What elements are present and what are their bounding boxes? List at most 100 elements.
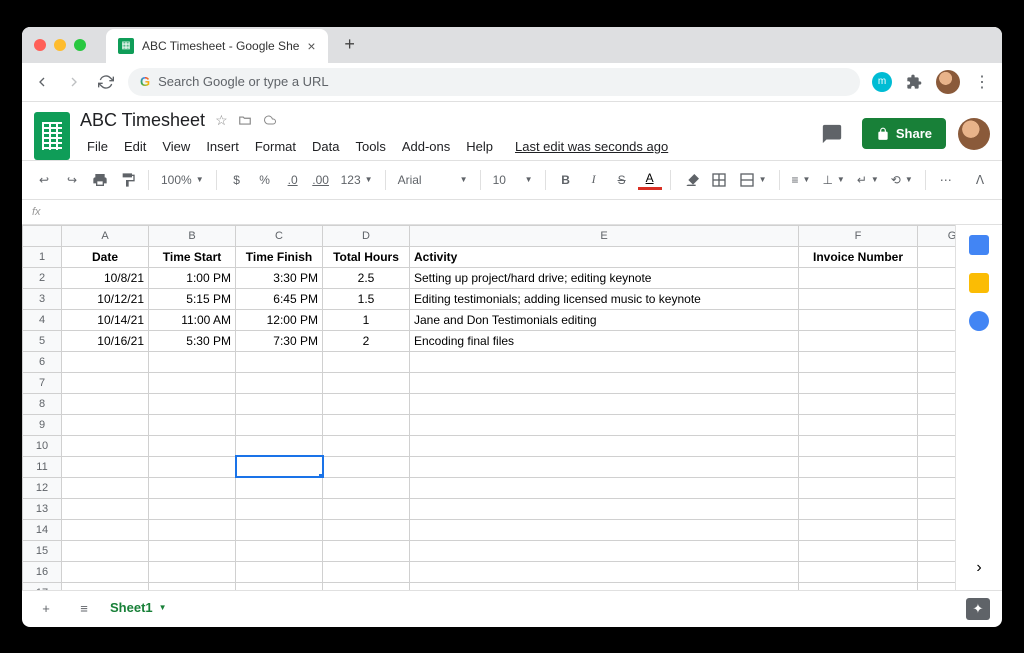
col-header-E[interactable]: E: [410, 225, 799, 246]
spreadsheet-grid[interactable]: ABCDEFG1DateTime StartTime FinishTotal H…: [22, 225, 955, 590]
cell[interactable]: [323, 540, 410, 561]
cell[interactable]: [799, 582, 918, 590]
cell[interactable]: [236, 435, 323, 456]
formula-bar[interactable]: fx: [22, 200, 1002, 225]
last-edit-link[interactable]: Last edit was seconds ago: [508, 135, 675, 158]
cell[interactable]: [236, 498, 323, 519]
sheet-tab-active[interactable]: Sheet1▼: [110, 600, 167, 617]
address-input[interactable]: G Search Google or type a URL: [128, 68, 860, 96]
row-header[interactable]: 12: [23, 477, 62, 498]
col-header-G[interactable]: G: [918, 225, 956, 246]
star-icon[interactable]: ☆: [215, 112, 228, 129]
cell[interactable]: [799, 435, 918, 456]
cell[interactable]: Invoice Number: [799, 246, 918, 267]
row-header[interactable]: 15: [23, 540, 62, 561]
extensions-icon[interactable]: [904, 72, 924, 92]
move-icon[interactable]: [238, 113, 252, 127]
row-header[interactable]: 7: [23, 372, 62, 393]
decrease-decimals-icon[interactable]: .0: [281, 168, 305, 192]
more-toolbar-icon[interactable]: ⋯: [934, 168, 958, 192]
cell[interactable]: [410, 372, 799, 393]
cell[interactable]: [918, 288, 956, 309]
row-header[interactable]: 11: [23, 456, 62, 477]
cell[interactable]: [323, 519, 410, 540]
italic-icon[interactable]: I: [582, 168, 606, 192]
row-header[interactable]: 6: [23, 351, 62, 372]
cell[interactable]: [918, 267, 956, 288]
cell[interactable]: Encoding final files: [410, 330, 799, 351]
align-vertical-icon[interactable]: ⊥▼: [818, 173, 848, 187]
cell[interactable]: [410, 393, 799, 414]
cell[interactable]: [236, 519, 323, 540]
row-header[interactable]: 1: [23, 246, 62, 267]
back-button[interactable]: [32, 72, 52, 92]
cell[interactable]: [799, 309, 918, 330]
cell[interactable]: [799, 288, 918, 309]
cell[interactable]: [799, 456, 918, 477]
cell[interactable]: [149, 582, 236, 590]
cell[interactable]: [918, 414, 956, 435]
cell[interactable]: [149, 498, 236, 519]
text-color-icon[interactable]: A: [638, 169, 662, 190]
cell[interactable]: [918, 498, 956, 519]
cell[interactable]: 5:15 PM: [149, 288, 236, 309]
cell[interactable]: [918, 246, 956, 267]
col-header-F[interactable]: F: [799, 225, 918, 246]
cell[interactable]: [918, 561, 956, 582]
col-header-C[interactable]: C: [236, 225, 323, 246]
cell[interactable]: [918, 582, 956, 590]
cell[interactable]: [62, 414, 149, 435]
account-avatar[interactable]: [958, 118, 990, 150]
browser-tab[interactable]: ▦ ABC Timesheet - Google She ×: [106, 29, 328, 63]
cell[interactable]: [799, 519, 918, 540]
doc-title[interactable]: ABC Timesheet: [80, 110, 205, 131]
collapse-toolbar-icon[interactable]: ᐱ: [968, 168, 992, 192]
cell[interactable]: [236, 561, 323, 582]
print-icon[interactable]: [88, 168, 112, 192]
menu-view[interactable]: View: [155, 135, 197, 158]
row-header[interactable]: 17: [23, 582, 62, 590]
cloud-status-icon[interactable]: [262, 114, 278, 126]
fill-color-icon[interactable]: [679, 168, 703, 192]
cell[interactable]: [410, 456, 799, 477]
cell[interactable]: [410, 477, 799, 498]
sheets-logo-icon[interactable]: [34, 112, 70, 160]
cell[interactable]: [918, 351, 956, 372]
cell[interactable]: [799, 351, 918, 372]
col-header-A[interactable]: A: [62, 225, 149, 246]
side-panel-collapse-icon[interactable]: ›: [967, 556, 991, 580]
cell[interactable]: [410, 435, 799, 456]
bold-icon[interactable]: B: [554, 168, 578, 192]
browser-menu-icon[interactable]: ⋮: [972, 72, 992, 92]
cell[interactable]: [323, 498, 410, 519]
cell[interactable]: 5:30 PM: [149, 330, 236, 351]
cell[interactable]: 2.5: [323, 267, 410, 288]
menu-format[interactable]: Format: [248, 135, 303, 158]
cell[interactable]: [410, 519, 799, 540]
cell[interactable]: 3:30 PM: [236, 267, 323, 288]
cell[interactable]: [323, 372, 410, 393]
cell[interactable]: Jane and Don Testimonials editing: [410, 309, 799, 330]
cell[interactable]: [149, 561, 236, 582]
cell[interactable]: [236, 372, 323, 393]
close-window-button[interactable]: [34, 39, 46, 51]
cell[interactable]: [62, 393, 149, 414]
cell[interactable]: [918, 456, 956, 477]
cell[interactable]: [236, 582, 323, 590]
minimize-window-button[interactable]: [54, 39, 66, 51]
row-header[interactable]: 10: [23, 435, 62, 456]
cell[interactable]: [799, 267, 918, 288]
row-header[interactable]: 8: [23, 393, 62, 414]
undo-icon[interactable]: ↩: [32, 168, 56, 192]
cell[interactable]: [918, 540, 956, 561]
cell[interactable]: [918, 372, 956, 393]
cell[interactable]: [918, 477, 956, 498]
paint-format-icon[interactable]: [116, 168, 140, 192]
explore-button[interactable]: ✦: [966, 598, 990, 620]
row-header[interactable]: 3: [23, 288, 62, 309]
increase-decimals-icon[interactable]: .00: [309, 168, 333, 192]
profile-avatar[interactable]: [936, 70, 960, 94]
cell[interactable]: 7:30 PM: [236, 330, 323, 351]
row-header[interactable]: 5: [23, 330, 62, 351]
row-header[interactable]: 13: [23, 498, 62, 519]
